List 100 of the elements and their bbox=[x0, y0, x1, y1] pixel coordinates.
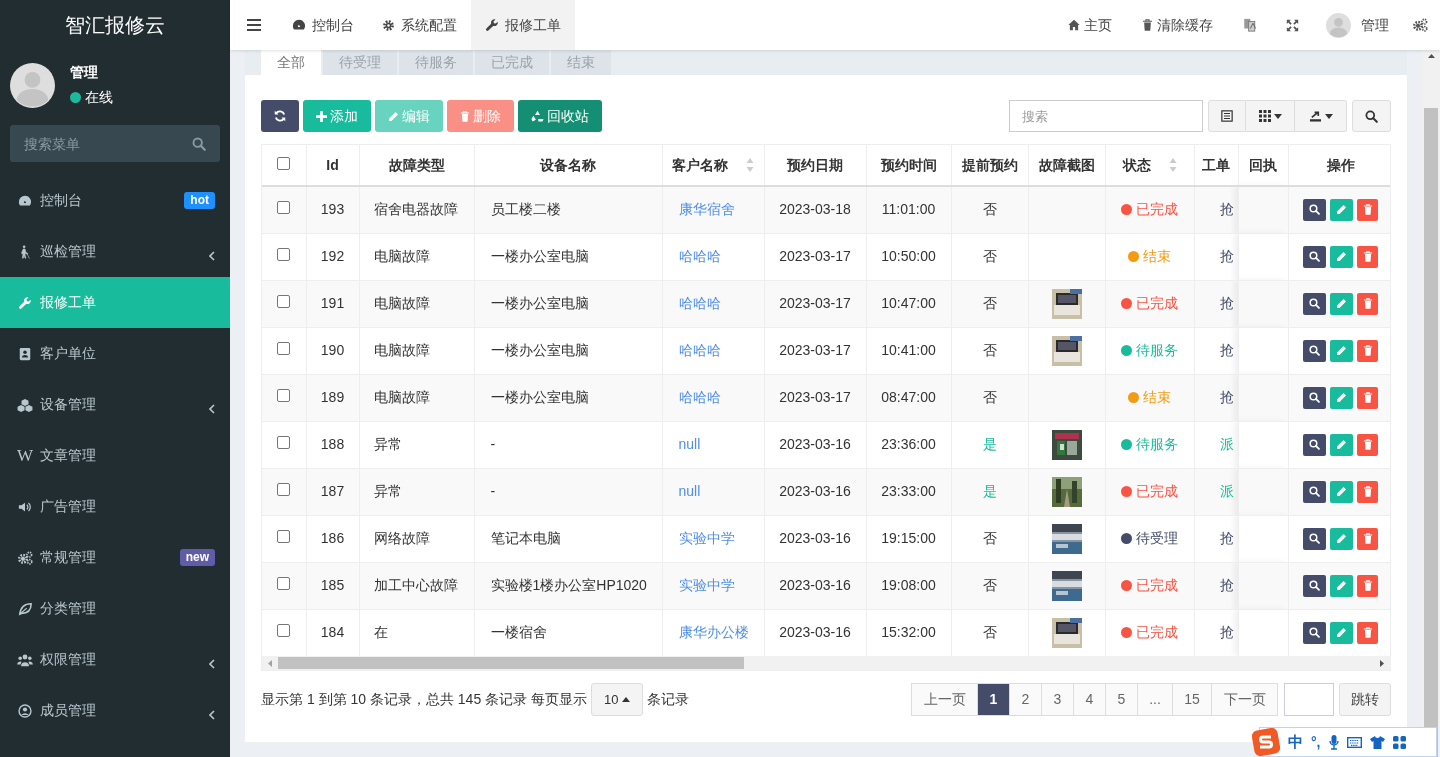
scrollbar-thumb[interactable] bbox=[278, 657, 744, 669]
delete-button[interactable] bbox=[1357, 433, 1379, 456]
page-button[interactable]: 15 bbox=[1172, 683, 1212, 716]
customer-link[interactable]: 哈哈哈 bbox=[670, 295, 721, 311]
sidebar-item[interactable]: 成员管理 bbox=[0, 685, 230, 736]
ime-punctuation[interactable]: °, bbox=[1311, 731, 1321, 753]
shirt-icon bbox=[1369, 735, 1385, 749]
scrollbar-thumb[interactable] bbox=[1424, 108, 1438, 757]
page-size-button[interactable]: 10 bbox=[590, 683, 644, 716]
customer-link[interactable]: 康华办公楼 bbox=[670, 624, 749, 640]
delete-button[interactable] bbox=[1357, 621, 1379, 644]
page-button[interactable]: 3 bbox=[1041, 683, 1074, 716]
table-search-field[interactable]: 搜索 bbox=[1009, 100, 1203, 132]
top-nav-tab[interactable]: 系统配置 bbox=[368, 0, 471, 50]
row-checkbox[interactable] bbox=[277, 624, 291, 637]
page-button[interactable]: 1 bbox=[977, 683, 1010, 716]
row-checkbox[interactable] bbox=[277, 436, 291, 449]
header-link[interactable]: 清除缓存 bbox=[1127, 14, 1228, 36]
view-button[interactable] bbox=[1303, 433, 1327, 456]
table-cell: 187 bbox=[320, 483, 345, 499]
recycle-icon bbox=[531, 109, 544, 123]
page-button[interactable]: 5 bbox=[1105, 683, 1138, 716]
top-nav-tab[interactable]: 报修工单 bbox=[471, 0, 575, 50]
view-button[interactable] bbox=[1303, 198, 1327, 221]
customer-link[interactable]: null bbox=[670, 483, 701, 499]
delete-button[interactable] bbox=[1357, 480, 1379, 503]
delete-button[interactable] bbox=[1357, 245, 1379, 268]
toggle-view-button[interactable] bbox=[1208, 100, 1246, 132]
customer-link[interactable]: 实验中学 bbox=[670, 577, 735, 593]
sidebar-item[interactable]: 巡检管理 bbox=[0, 226, 230, 277]
sidebar-item[interactable]: 分类管理 bbox=[0, 583, 230, 634]
table-cell: 异常 bbox=[373, 436, 402, 452]
customer-link[interactable]: null bbox=[670, 436, 701, 452]
top-nav-tab[interactable]: 控制台 bbox=[278, 0, 368, 50]
sidebar-item[interactable]: 客户单位 bbox=[0, 328, 230, 379]
customer-link[interactable]: 哈哈哈 bbox=[670, 248, 721, 264]
customer-link[interactable]: 哈哈哈 bbox=[670, 389, 721, 405]
view-button[interactable] bbox=[1303, 339, 1327, 362]
delete-button[interactable] bbox=[1357, 574, 1379, 597]
caret-down-icon bbox=[1324, 113, 1333, 119]
row-checkbox[interactable] bbox=[277, 201, 291, 215]
sidebar-item[interactable]: 权限管理 bbox=[0, 634, 230, 685]
view-button[interactable] bbox=[1303, 621, 1327, 644]
vertical-scrollbar[interactable] bbox=[1422, 50, 1440, 757]
sidebar-item[interactable]: 设备管理 bbox=[0, 379, 230, 430]
table-cell: 抢 bbox=[1219, 295, 1234, 311]
pagination-suffix: 条记录 bbox=[647, 690, 690, 709]
sidebar-item-label: 巡检管理 bbox=[40, 242, 97, 261]
delete-button[interactable] bbox=[1357, 292, 1379, 315]
search-icon bbox=[1309, 298, 1321, 309]
row-checkbox[interactable] bbox=[277, 530, 291, 543]
view-button[interactable] bbox=[1303, 574, 1327, 597]
delete-button[interactable] bbox=[1357, 339, 1379, 362]
horizontal-scrollbar[interactable] bbox=[262, 656, 1390, 670]
refresh-button[interactable] bbox=[261, 100, 299, 132]
header-link[interactable]: 主页 bbox=[1053, 14, 1127, 36]
user-menu[interactable]: 管理 bbox=[1361, 14, 1389, 36]
customer-link[interactable]: 实验中学 bbox=[670, 530, 735, 546]
customer-link[interactable]: 哈哈哈 bbox=[670, 342, 721, 358]
pencil-icon bbox=[1336, 251, 1348, 262]
table-cell: 23:36:00 bbox=[881, 436, 936, 452]
sidebar-item[interactable]: 广告管理 bbox=[0, 481, 230, 532]
export-button[interactable] bbox=[1295, 100, 1347, 132]
page-button[interactable]: 2 bbox=[1009, 683, 1042, 716]
delete-button[interactable] bbox=[1357, 527, 1379, 550]
menu-badge: new bbox=[179, 549, 215, 566]
select-all-checkbox[interactable] bbox=[277, 156, 291, 170]
wrench-icon bbox=[485, 18, 499, 32]
view-button[interactable] bbox=[1303, 245, 1327, 268]
grid-icon bbox=[1258, 110, 1271, 122]
row-checkbox[interactable] bbox=[277, 577, 291, 590]
sidebar-item[interactable]: W 文章管理 bbox=[0, 430, 230, 481]
row-checkbox[interactable] bbox=[277, 483, 291, 496]
filter-tab[interactable]: 全部 bbox=[261, 50, 321, 75]
page-button[interactable]: ... bbox=[1137, 683, 1173, 716]
row-checkbox[interactable] bbox=[277, 248, 291, 261]
jump-button[interactable]: 跳转 bbox=[1339, 683, 1391, 716]
view-button[interactable] bbox=[1303, 527, 1327, 550]
menu-search-field[interactable]: 搜索菜单 bbox=[10, 125, 220, 162]
view-button[interactable] bbox=[1303, 292, 1327, 315]
delete-button[interactable] bbox=[1357, 198, 1379, 221]
table-cell: 否 bbox=[982, 201, 997, 218]
page-button[interactable]: 4 bbox=[1073, 683, 1106, 716]
view-button[interactable] bbox=[1303, 386, 1327, 409]
delete-button[interactable] bbox=[1357, 386, 1379, 409]
page-button[interactable]: 下一页 bbox=[1211, 683, 1278, 716]
advanced-search-button[interactable] bbox=[1352, 100, 1391, 132]
page-jump-field[interactable] bbox=[1284, 683, 1334, 716]
page-button[interactable]: 上一页 bbox=[911, 683, 978, 716]
sidebar-item[interactable]: 控制台 hot bbox=[0, 175, 230, 226]
sidebar-item[interactable]: 常规管理 new bbox=[0, 532, 230, 583]
row-checkbox[interactable] bbox=[277, 389, 291, 402]
row-checkbox[interactable] bbox=[277, 295, 291, 308]
recycle-button[interactable]: 回收站 bbox=[518, 100, 602, 132]
columns-button[interactable] bbox=[1246, 100, 1295, 132]
table-cell: 19:08:00 bbox=[881, 577, 936, 593]
ime-mode[interactable]: 中 bbox=[1288, 730, 1303, 754]
view-button[interactable] bbox=[1303, 480, 1327, 503]
row-checkbox[interactable] bbox=[277, 342, 291, 355]
customer-link[interactable]: 康华宿舍 bbox=[670, 201, 735, 218]
